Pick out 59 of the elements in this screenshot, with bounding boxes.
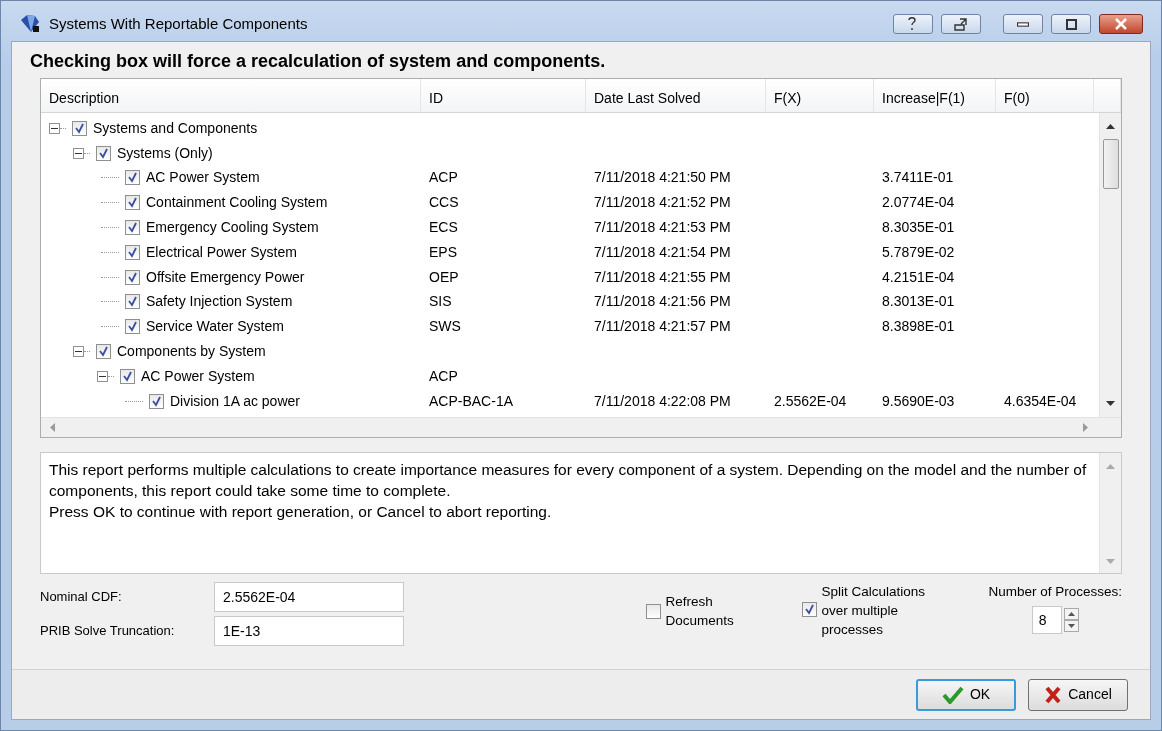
tree-item-label[interactable]: Division 1A ac power	[170, 390, 300, 412]
table-cell-text: 9.5690E-03	[881, 391, 956, 411]
cancel-button[interactable]: Cancel	[1028, 678, 1128, 711]
number-field[interactable]: 8	[1031, 606, 1062, 635]
table-cell-text: 7/11/2018 4:22:08 PM	[593, 391, 732, 411]
table-cell-text: ACP	[428, 366, 459, 386]
field-label: Number of Processes:	[988, 583, 1122, 601]
heading: Checking box will force a recalculation of system and components.	[29, 50, 607, 73]
table-cell-text: SWS	[428, 317, 462, 337]
table-cell-text: ECS	[428, 218, 459, 238]
tree-item-label[interactable]: Containment Cooling System	[146, 192, 328, 214]
column-header[interactable]: F(X)	[766, 79, 874, 112]
tree-item-label[interactable]: Components by System	[117, 341, 266, 363]
table-cell-text: 7/11/2018 4:21:50 PM	[593, 168, 732, 188]
checkbox-label[interactable]: Refresh Documents	[665, 592, 746, 630]
tree-item-label[interactable]: Service Water System	[146, 316, 284, 338]
table-cell-text: 5.7879E-02	[881, 242, 956, 262]
table-cell-text: 8.3013E-01	[881, 292, 956, 312]
ok-button[interactable]: OK	[916, 678, 1016, 711]
table-cell-text: 3.7411E-01	[881, 168, 955, 188]
table-cell-text: 4.2151E-04	[881, 267, 956, 287]
table-cell-text: 2.5562E-04	[773, 391, 848, 411]
tree-item-label[interactable]: Systems (Only)	[117, 142, 213, 164]
table-cell-text: 7/11/2018 4:21:54 PM	[593, 242, 732, 262]
tree-item-label[interactable]: Offsite Emergency Power	[146, 266, 305, 288]
window-title: Systems With Reportable Components	[49, 13, 308, 34]
table-cell-text: 7/11/2018 4:21:53 PM	[593, 218, 732, 238]
checkbox-label[interactable]: Split Calculations over multiple processes	[821, 582, 942, 639]
table-cell-text: 4.6354E-04	[1003, 391, 1078, 411]
tree-item-label[interactable]: Systems and Components	[93, 117, 258, 139]
input-field[interactable]: 2.5562E-04	[214, 582, 404, 612]
table-cell-text: 7/11/2018 4:21:56 PM	[593, 292, 732, 312]
column-header[interactable]: Description	[41, 79, 421, 112]
column-header[interactable]: Date Last Solved	[586, 79, 766, 112]
table-cell-text: 2.0774E-04	[881, 193, 956, 213]
table-cell-text: CCS	[428, 193, 460, 213]
table-cell-text: 7/11/2018 4:21:52 PM	[593, 193, 732, 213]
input-field[interactable]: 1E-13	[214, 616, 404, 646]
table-cell-text: OEP	[428, 267, 460, 287]
table-cell-text: SIS	[428, 292, 453, 312]
table-cell-text: 7/11/2018 4:21:55 PM	[593, 267, 732, 287]
table-cell-text: ACP	[428, 168, 459, 188]
message-text: This report performs multiple calculations to create importance measures for every component of a system. Depending on the model and the number of components, this report could take some time to complete.	[49, 460, 1088, 501]
table-cell-text: 7/11/2018 4:21:57 PM	[593, 317, 732, 337]
message-text: Press OK to continue with report generation, or Cancel to abort reporting.	[49, 502, 553, 522]
column-header[interactable]: ID	[421, 79, 586, 112]
table-cell-text: ACP-BAC-1A	[428, 391, 515, 411]
field-label: PRIB Solve Truncation:	[40, 622, 176, 641]
column-header[interactable]: F(0)	[996, 79, 1094, 112]
tree-item-label[interactable]: Safety Injection System	[146, 291, 293, 313]
column-header[interactable]: Increase|F(1)	[874, 79, 996, 112]
tree-item-label[interactable]: Emergency Cooling System	[146, 217, 319, 239]
tree-item-label[interactable]: Electrical Power System	[146, 241, 297, 263]
table-cell-text: 8.3035E-01	[881, 218, 956, 238]
tree-item-label[interactable]: AC Power System	[146, 167, 260, 189]
field-label: Nominal CDF:	[40, 588, 123, 607]
tree-item-label[interactable]: AC Power System	[141, 365, 255, 387]
table-cell-text: 8.3898E-01	[881, 317, 956, 337]
table-cell-text: EPS	[428, 242, 458, 262]
